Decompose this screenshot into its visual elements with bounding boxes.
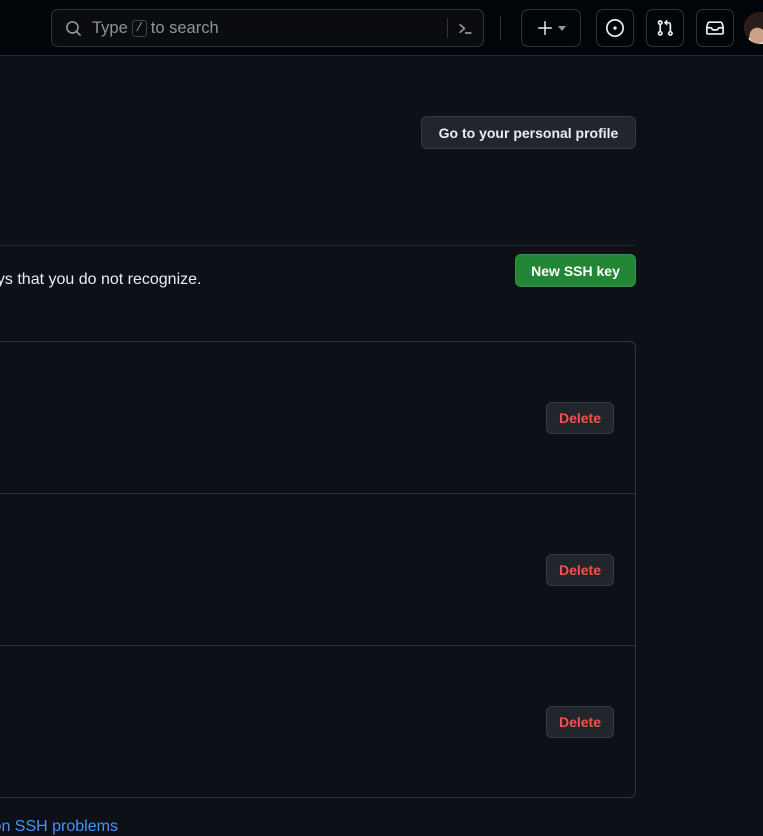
plus-icon: [537, 20, 553, 36]
table-row: Delete: [0, 494, 635, 646]
ssh-keys-list: Delete Delete Delete: [0, 341, 636, 798]
delete-key-button[interactable]: Delete: [546, 706, 614, 738]
avatar-image: [744, 12, 763, 44]
terminal-icon[interactable]: [455, 18, 475, 38]
ssh-keys-notice-text: keys that you do not recognize.: [0, 271, 202, 288]
global-header: Type / to search: [0, 0, 763, 56]
search-separator: [447, 18, 448, 38]
table-row: Delete: [0, 342, 635, 494]
inbox-icon: [706, 19, 724, 37]
chevron-down-icon: [557, 25, 566, 31]
common-ssh-problems-link[interactable]: ommon SSH problems: [0, 818, 118, 836]
go-to-personal-profile-button[interactable]: Go to your personal profile: [421, 116, 636, 149]
search-placeholder-prefix: Type: [92, 18, 128, 37]
table-row: Delete: [0, 646, 635, 798]
git-pull-request-icon: [656, 19, 674, 37]
search-placeholder-suffix: to search: [150, 18, 219, 37]
header-divider: [500, 16, 501, 40]
slash-key-badge: /: [131, 19, 147, 37]
main-content: Go to your personal profile New SSH key …: [0, 56, 763, 835]
notifications-button[interactable]: [696, 9, 734, 47]
create-new-menu-button[interactable]: [521, 9, 581, 47]
issues-button[interactable]: [596, 9, 634, 47]
search-icon: [64, 19, 82, 37]
avatar[interactable]: [744, 12, 763, 44]
pull-requests-button[interactable]: [646, 9, 684, 47]
search-placeholder: Type / to search: [92, 19, 447, 38]
issue-opened-icon: [606, 19, 624, 37]
search-input[interactable]: Type / to search: [51, 9, 484, 47]
section-divider: [0, 245, 636, 246]
new-ssh-key-button[interactable]: New SSH key: [515, 254, 636, 287]
delete-key-button[interactable]: Delete: [546, 401, 614, 434]
delete-key-button[interactable]: Delete: [546, 553, 614, 586]
